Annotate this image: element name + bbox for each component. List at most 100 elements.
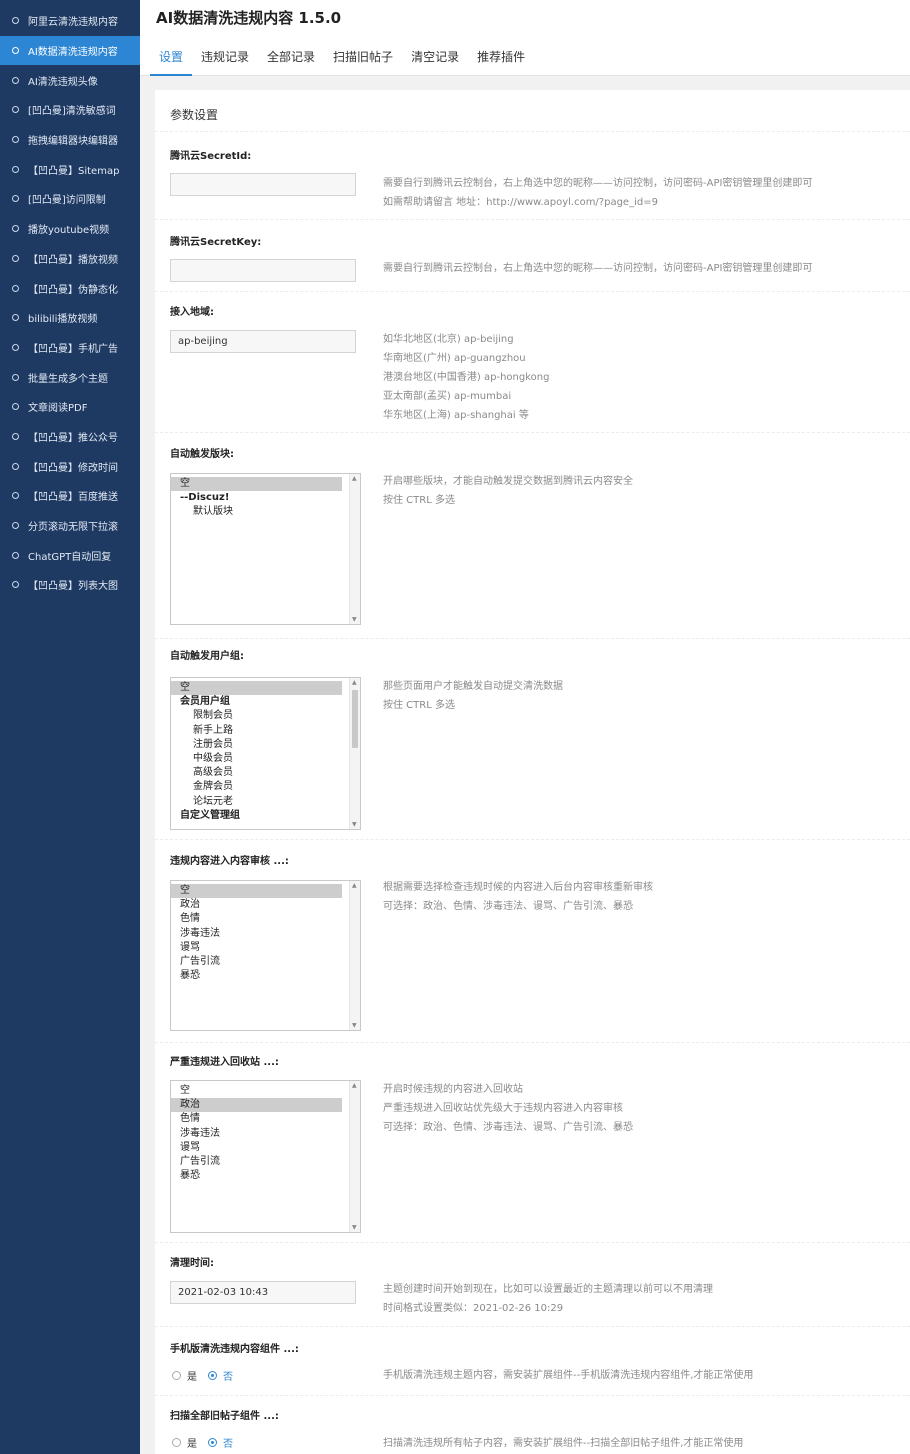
tab[interactable]: 清空记录	[402, 44, 468, 76]
circle-bullet-icon	[12, 373, 19, 381]
scrollbar[interactable]: ▲ ▼	[349, 1081, 360, 1232]
select-option[interactable]: 新手上路	[171, 724, 342, 738]
select-option[interactable]: 中级会员	[171, 752, 342, 766]
scrollbar[interactable]: ▲ ▼	[349, 474, 360, 624]
sidebar-item-label: 文章阅读PDF	[28, 403, 88, 415]
sidebar-item[interactable]: 【凹凸曼】伪静态化	[0, 273, 140, 303]
select-option[interactable]: 金牌会员	[171, 780, 342, 794]
sidebar-item[interactable]: 【凹凸曼】播放视频	[0, 244, 140, 274]
scrollbar[interactable]: ▲ ▼	[349, 678, 360, 829]
sidebar-item[interactable]: 文章阅读PDF	[0, 392, 140, 422]
select-option[interactable]: 色情	[171, 1112, 342, 1126]
review-select[interactable]: 空政治 色情 涉毒违法 谩骂 广告引流 暴恐 ▲ ▼	[170, 880, 361, 1031]
sidebar-item-label: 分页滚动无限下拉滚	[28, 522, 118, 534]
sidebar-item[interactable]: 【凹凸曼】列表大图	[0, 570, 140, 600]
secret-key-input[interactable]	[170, 259, 356, 282]
header-bar: AI数据清洗违规内容 1.5.0 设置 违规记录 全部记录 扫描旧帖子 清空记录 推荐插件	[140, 0, 910, 76]
help-text-line: 需要自行到腾讯云控制台，右上角选中您的昵称——访问控制，访问密码-API密钥管理…	[383, 263, 813, 274]
forums-select[interactable]: 空 --Discuz! 默认版块 ▲ ▼	[170, 473, 361, 625]
help-text-line: 那些页面用户才能触发自动提交清洗数据	[383, 681, 563, 692]
select-option[interactable]: 广告引流	[171, 955, 342, 969]
sidebar-item[interactable]: 【凹凸曼】Sitemap	[0, 154, 140, 184]
recycle-select[interactable]: 空政治 色情 涉毒违法 谩骂 广告引流 暴恐 ▲ ▼	[170, 1080, 361, 1233]
sidebar-nav: 阿里云清洗违规内容 AI数据清洗违规内容 AI清洗违规头像 [凹凸曼]清洗敏感词 拖拽编…	[0, 0, 140, 1454]
select-option[interactable]: 政治	[171, 1098, 342, 1113]
select-option[interactable]: 高级会员	[171, 766, 342, 780]
sidebar-item[interactable]: 【凹凸曼】百度推送	[0, 481, 140, 511]
sidebar-item[interactable]: 拖拽编辑器块编辑器	[0, 125, 140, 155]
select-option[interactable]: 空	[171, 681, 342, 696]
scan-component-yes[interactable]: 是	[172, 1435, 197, 1450]
divider	[155, 131, 910, 132]
help-text-line: 严重违规进入回收站优先级大于违规内容进入内容审核	[383, 1103, 623, 1114]
select-option[interactable]: 空	[171, 1084, 342, 1098]
radio-label: 否	[223, 1439, 233, 1450]
sidebar-item[interactable]: bilibili播放视频	[0, 303, 140, 333]
sidebar-item[interactable]: 阿里云清洗违规内容	[0, 6, 140, 36]
select-option[interactable]: 空	[171, 477, 342, 492]
secret-id-input[interactable]	[170, 173, 356, 196]
sidebar-item[interactable]: [凹凸曼]访问限制	[0, 184, 140, 214]
tab[interactable]: 全部记录	[258, 44, 324, 76]
select-option[interactable]: 暴恐	[171, 969, 342, 983]
sidebar-item[interactable]: 【凹凸曼】修改时间	[0, 451, 140, 481]
sidebar-item-label: AI数据清洗违规内容	[28, 47, 118, 59]
tab-bar: 设置 违规记录 全部记录 扫描旧帖子 清空记录 推荐插件	[150, 44, 534, 76]
select-option[interactable]: 广告引流	[171, 1155, 342, 1169]
select-option[interactable]: 注册会员	[171, 738, 342, 752]
sidebar-item[interactable]: ChatGPT自动回复	[0, 540, 140, 570]
scan-component-label: 扫描全部旧帖子组件 ...:	[170, 1411, 279, 1422]
divider	[155, 1042, 910, 1043]
select-option[interactable]: 会员用户组	[171, 695, 342, 709]
circle-bullet-icon	[12, 76, 19, 84]
select-option[interactable]: 限制会员	[171, 709, 342, 723]
tab[interactable]: 设置	[150, 44, 193, 76]
sidebar-item[interactable]: 批量生成多个主题	[0, 362, 140, 392]
select-option[interactable]: 涉毒违法	[171, 1127, 342, 1141]
select-option[interactable]: 论坛元老	[171, 795, 342, 809]
sidebar-item-label: [凹凸曼]访问限制	[28, 195, 106, 207]
mobile-component-desc: 手机版清洗违规主题内容，需安装扩展组件--手机版清洗违规内容组件,才能正常使用	[383, 1366, 753, 1385]
tab[interactable]: 扫描旧帖子	[324, 44, 402, 76]
sidebar-item-label: 播放youtube视频	[28, 225, 110, 237]
cleantime-input[interactable]: 2021-02-03 10:43	[170, 1281, 356, 1304]
radio-label: 否	[223, 1372, 233, 1383]
sidebar-item[interactable]: 分页滚动无限下拉滚	[0, 511, 140, 541]
select-option[interactable]: 谩骂	[171, 941, 342, 955]
select-option[interactable]: 色情	[171, 912, 342, 926]
help-text-line: 可选择：政治、色情、涉毒违法、谩骂、广告引流、暴恐	[383, 1122, 633, 1133]
circle-bullet-icon	[12, 17, 19, 25]
select-option[interactable]: 谩骂	[171, 1141, 342, 1155]
usergroups-select[interactable]: 空会员用户组 限制会员 新手上路 注册会员 中级会员 高级会员 金牌会员 论坛元老 自定义管理组…	[170, 677, 361, 830]
sidebar-item[interactable]: [凹凸曼]清洗敏感词	[0, 95, 140, 125]
tab[interactable]: 违规记录	[192, 44, 258, 76]
select-option[interactable]: 政治	[171, 898, 342, 912]
endpoint-desc: 如华北地区(北京) ap-beijing 华南地区(广州) ap-guangzho…	[383, 330, 549, 425]
circle-bullet-icon	[12, 462, 19, 470]
scan-component-radios: 是 否	[172, 1435, 244, 1450]
sidebar-item[interactable]: 【凹凸曼】推公众号	[0, 422, 140, 452]
sidebar-item-label: 批量生成多个主题	[28, 373, 108, 385]
mobile-component-no[interactable]: 否	[208, 1368, 233, 1383]
tab[interactable]: 推荐插件	[468, 44, 534, 76]
select-option[interactable]: 暴恐	[171, 1169, 342, 1183]
scan-component-desc: 扫描清洗违规所有帖子内容，需安装扩展组件--扫描全部旧帖子组件,才能正常使用	[383, 1434, 743, 1453]
sidebar-item-label: AI清洗违规头像	[28, 76, 98, 88]
endpoint-input[interactable]: ap-beijing	[170, 330, 356, 353]
sidebar-item[interactable]: AI清洗违规头像	[0, 65, 140, 95]
sidebar-item[interactable]: 播放youtube视频	[0, 214, 140, 244]
mobile-component-radios: 是 否	[172, 1368, 244, 1383]
circle-bullet-icon	[12, 403, 19, 411]
select-option[interactable]: 空	[171, 884, 342, 899]
select-option[interactable]: 涉毒违法	[171, 927, 342, 941]
radio-label: 是	[187, 1372, 197, 1383]
select-option[interactable]: 自定义管理组	[171, 809, 342, 823]
mobile-component-yes[interactable]: 是	[172, 1368, 197, 1383]
select-option[interactable]: 默认版块	[171, 505, 342, 519]
sidebar-item-label: 【凹凸曼】手机广告	[28, 343, 118, 355]
sidebar-item[interactable]: 【凹凸曼】手机广告	[0, 333, 140, 363]
scrollbar[interactable]: ▲ ▼	[349, 881, 360, 1030]
select-option[interactable]: --Discuz!	[171, 491, 342, 505]
scan-component-no[interactable]: 否	[208, 1435, 233, 1450]
sidebar-item[interactable]: AI数据清洗违规内容	[0, 35, 140, 66]
